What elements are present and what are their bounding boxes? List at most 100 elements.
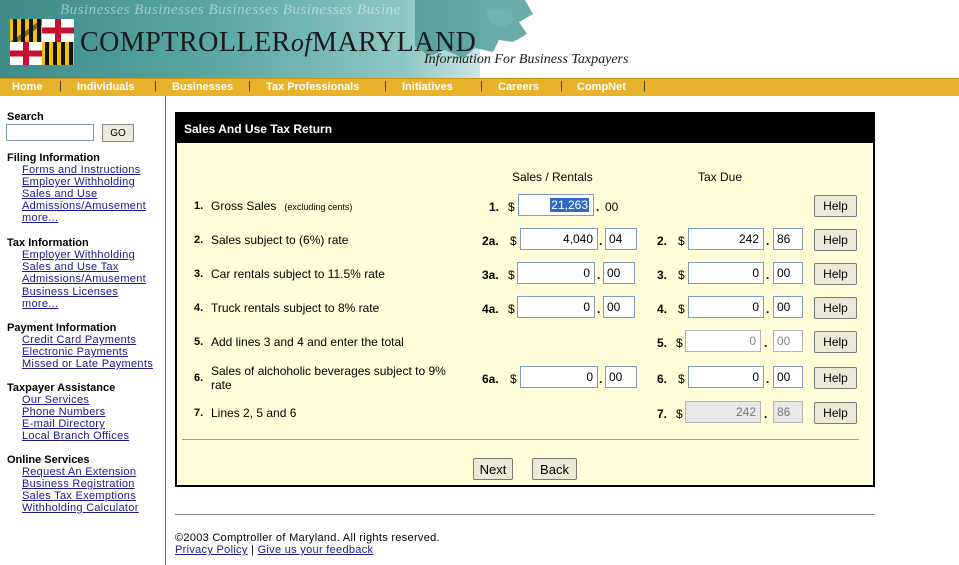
line-code: 2a. [482, 234, 499, 248]
sidebar-link-branch-offices[interactable]: Local Branch Offices [22, 430, 129, 442]
copyright-text: ©2003 Comptroller of Maryland. All right… [175, 532, 440, 544]
sidebar-link-employer-withholding[interactable]: Employer Withholding [22, 176, 135, 188]
alcohol-sales-dollars-input[interactable]: 0 [520, 366, 598, 388]
nav-businesses[interactable]: Businesses [172, 81, 233, 93]
car-rentals-tax-cents-input[interactable]: 00 [773, 262, 803, 284]
search-input[interactable] [6, 124, 94, 141]
sales-6pct-cents-input[interactable]: 04 [605, 228, 637, 250]
sidebar-link-more[interactable]: more... [22, 212, 58, 224]
tax-6pct-dollars-input[interactable]: 242 [688, 228, 764, 250]
sidebar-section-assistance: Taxpayer Assistance [7, 382, 116, 394]
line-code: 6. [657, 372, 668, 386]
column-header-sales: Sales / Rentals [512, 170, 593, 184]
currency-symbol: $ [508, 268, 515, 282]
sidebar-link-withholding-calc[interactable]: Withholding Calculator [22, 502, 139, 514]
sidebar-link-phone-numbers[interactable]: Phone Numbers [22, 406, 105, 418]
row-label: Gross Sales (excluding cents) [211, 199, 466, 214]
total-due-dollars-field: 242 [685, 401, 761, 423]
truck-rentals-cents-input[interactable]: 00 [603, 296, 635, 318]
alcohol-tax-dollars-input[interactable]: 0 [688, 366, 764, 388]
sidebar-link-sales-use[interactable]: Sales and Use [22, 188, 97, 200]
decimal-point: . [766, 302, 770, 316]
sidebar-link-business-licenses[interactable]: Business Licenses [22, 286, 118, 298]
sidebar-link-more[interactable]: more... [22, 298, 58, 310]
row-label: Truck rentals subject to 8% rate [211, 301, 380, 315]
sidebar-section-tax-info: Tax Information [7, 237, 89, 249]
help-button-line-2[interactable]: Help [814, 229, 857, 251]
total-lines-3-4-cents-field: 00 [773, 330, 803, 352]
nav-separator: | [480, 80, 483, 92]
nav-separator: | [560, 80, 563, 92]
sidebar-section-online: Online Services [7, 454, 90, 466]
column-header-tax: Tax Due [698, 170, 743, 184]
site-logo-title[interactable]: COMPTROLLERofMARYLAND [80, 27, 476, 59]
sidebar-link-forms-instructions[interactable]: Forms and Instructions [22, 164, 140, 176]
decimal-point: . [766, 372, 770, 386]
currency-symbol: $ [510, 372, 517, 386]
sales-6pct-dollars-input[interactable]: 4,040 [520, 228, 598, 250]
nav-careers[interactable]: Careers [498, 81, 539, 93]
currency-symbol: $ [676, 336, 683, 350]
nav-tax-professionals[interactable]: Tax Professionals [266, 81, 359, 93]
sidebar-link-our-services[interactable]: Our Services [22, 394, 89, 406]
next-button[interactable]: Next [473, 458, 513, 480]
tax-6pct-cents-input[interactable]: 86 [773, 228, 803, 250]
sidebar-link-registration[interactable]: Business Registration [22, 478, 135, 490]
sidebar-link-electronic-payments[interactable]: Electronic Payments [22, 346, 128, 358]
sidebar-link-sales-use-tax[interactable]: Sales and Use Tax [22, 261, 119, 273]
truck-rentals-tax-dollars-input[interactable]: 0 [688, 296, 764, 318]
logo-title-of: of [290, 28, 313, 57]
help-button-line-7[interactable]: Help [814, 402, 857, 424]
alcohol-tax-cents-input[interactable]: 00 [773, 366, 803, 388]
nav-individuals[interactable]: Individuals [77, 81, 134, 93]
sidebar-link-email-directory[interactable]: E-mail Directory [22, 418, 105, 430]
sidebar-link-credit-card[interactable]: Credit Card Payments [22, 334, 136, 346]
line-code: 6a. [482, 372, 499, 386]
sidebar-link-admissions[interactable]: Admissions/Amusement [22, 200, 146, 212]
row-label-note: (excluding cents) [284, 202, 353, 212]
logo-title-part1: COMPTROLLER [80, 27, 291, 58]
line-code: 3. [657, 268, 668, 282]
alcohol-sales-cents-input[interactable]: 00 [605, 366, 637, 388]
currency-symbol: $ [508, 302, 515, 316]
row-label: Lines 2, 5 and 6 [211, 406, 297, 420]
search-go-button[interactable]: GO [102, 124, 134, 142]
row-number: 4. [194, 302, 204, 314]
decimal-point: . [597, 268, 601, 282]
help-button-line-4[interactable]: Help [814, 297, 857, 319]
car-rentals-dollars-input[interactable]: 0 [517, 262, 595, 284]
gross-sales-dollars-value: 21,263 [550, 198, 589, 212]
nav-separator: | [154, 80, 157, 92]
total-due-cents-field: 86 [773, 401, 803, 423]
decimal-point: . [764, 336, 768, 350]
help-button-line-6[interactable]: Help [814, 367, 857, 389]
truck-rentals-dollars-input[interactable]: 0 [517, 296, 595, 318]
banner-watermark: Businesses Businesses Businesses Busines… [60, 2, 401, 18]
help-button-line-5[interactable]: Help [814, 331, 857, 353]
decimal-point: . [766, 268, 770, 282]
truck-rentals-tax-cents-input[interactable]: 00 [773, 296, 803, 318]
help-button-line-3[interactable]: Help [814, 263, 857, 285]
gross-sales-dollars-input[interactable]: 21,263 [518, 194, 594, 216]
currency-symbol: $ [678, 302, 685, 316]
nav-compnet[interactable]: CompNet [577, 81, 626, 93]
row-number: 3. [194, 268, 204, 280]
privacy-policy-link[interactable]: Privacy Policy [175, 544, 248, 556]
sidebar-link-extension[interactable]: Request An Extension [22, 466, 136, 478]
help-button-line-1[interactable]: Help [814, 195, 857, 217]
form-divider [182, 439, 859, 440]
car-rentals-tax-dollars-input[interactable]: 0 [688, 262, 764, 284]
sidebar-link-exemptions[interactable]: Sales Tax Exemptions [22, 490, 136, 502]
car-rentals-cents-input[interactable]: 00 [603, 262, 635, 284]
feedback-link[interactable]: Give us your feedback [258, 544, 374, 556]
nav-initiatives[interactable]: Initiatives [402, 81, 453, 93]
nav-home[interactable]: Home [12, 81, 43, 93]
footer-links: Privacy Policy | Give us your feedback [175, 544, 373, 556]
sidebar-link-missed-payments[interactable]: Missed or Late Payments [22, 358, 153, 370]
line-code: 2. [657, 234, 668, 248]
back-button[interactable]: Back [532, 458, 577, 480]
decimal-point: . [766, 234, 770, 248]
line-code: 4a. [482, 302, 499, 316]
sidebar-link-employer-withholding[interactable]: Employer Withholding [22, 249, 135, 261]
sidebar-link-admissions[interactable]: Admissions/Amusement [22, 273, 146, 285]
